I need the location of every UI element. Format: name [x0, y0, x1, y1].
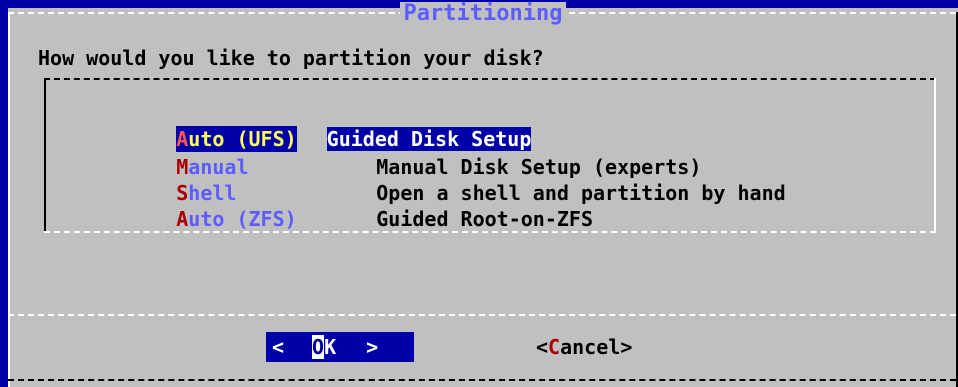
cancel-button[interactable]: <Cancel>: [536, 332, 632, 362]
menu-item-shell[interactable]: Shell Open a shell and partition by hand: [104, 154, 785, 205]
ok-button[interactable]: < OK >: [266, 332, 414, 362]
ok-left-bracket: <: [272, 335, 285, 359]
title-bar: Partitioning: [8, 2, 958, 26]
dialog-top-border: [8, 12, 956, 14]
menu-item-auto-zfs[interactable]: Auto (ZFS) Guided Root-on-ZFS: [104, 180, 593, 231]
menu-top-border: [44, 78, 936, 80]
cancel-open-bracket: <: [536, 335, 549, 359]
menu-list: Auto (UFS) Guided Disk Setup Manual Manual…: [44, 78, 936, 238]
menu-left-border: [44, 78, 46, 233]
dialog-title: Partitioning: [399, 2, 567, 26]
partitioning-dialog: Partitioning How would you like to parti…: [8, 2, 958, 387]
menu-right-border: [934, 78, 936, 233]
ok-text: K: [324, 335, 337, 359]
menu-item-manual[interactable]: Manual Manual Disk Setup (experts): [104, 128, 701, 179]
button-bar: < OK > <Cancel>: [8, 332, 958, 366]
dialog-prompt: How would you like to partition your dis…: [38, 46, 544, 70]
cancel-close-bracket: >: [620, 335, 633, 359]
menu-item-hotkey: A: [176, 207, 189, 231]
ok-cursor-letter: O: [312, 335, 325, 359]
menu-item-auto-ufs[interactable]: Auto (UFS) Guided Disk Setup: [104, 100, 532, 152]
menu-item-tag-text: uto (ZFS): [188, 207, 297, 231]
cancel-text: ancel: [560, 335, 621, 359]
ok-right-bracket: >: [366, 335, 379, 359]
cancel-hotkey: C: [548, 335, 561, 359]
dialog-bottom-border: [8, 379, 956, 381]
menu-item-tag: Auto (ZFS): [176, 206, 376, 232]
button-separator: [8, 314, 956, 316]
menu-item-description: Guided Root-on-ZFS: [376, 207, 593, 231]
dialog-left-border: [8, 12, 10, 387]
